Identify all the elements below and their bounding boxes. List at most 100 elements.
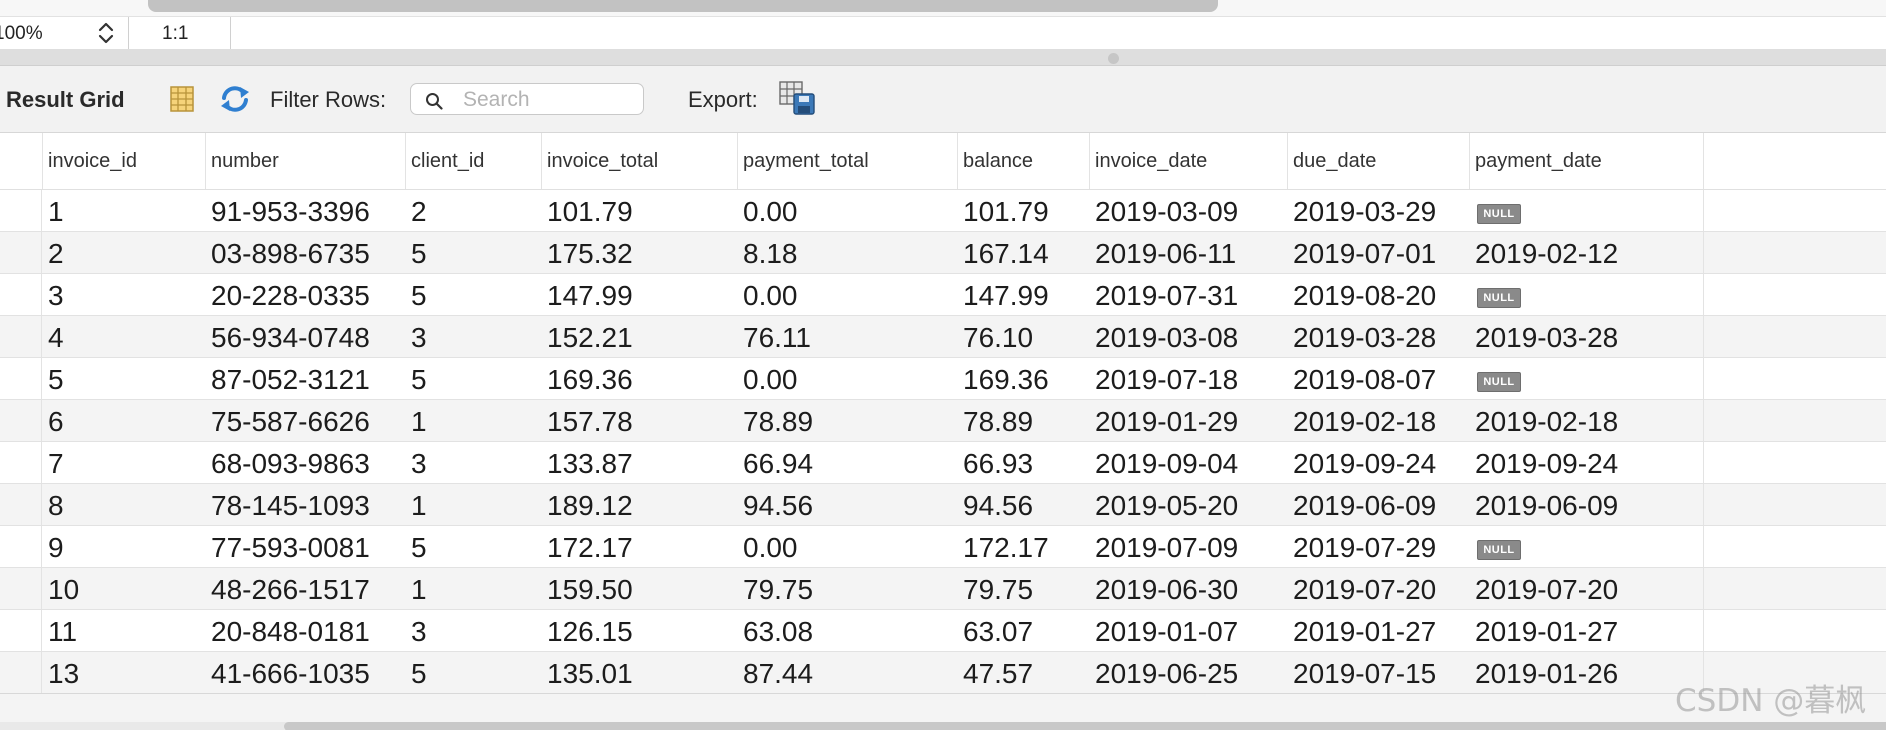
table-cell[interactable]: 2019-08-20 xyxy=(1287,274,1469,315)
table-row[interactable]: 9 77-593-0081 5 172.17 0.00 172.17 2019-07-09 2… xyxy=(0,526,1886,568)
table-cell[interactable]: 76.11 xyxy=(737,316,957,357)
table-cell[interactable]: 5 xyxy=(405,526,541,567)
table-cell[interactable]: 0.00 xyxy=(737,190,957,231)
table-cell[interactable]: 66.93 xyxy=(957,442,1089,483)
row-marker[interactable] xyxy=(0,190,42,231)
table-cell[interactable]: 2019-02-12 xyxy=(1469,232,1703,273)
table-cell[interactable]: 2019-07-09 xyxy=(1089,526,1287,567)
row-marker[interactable] xyxy=(0,232,42,273)
search-input[interactable] xyxy=(461,87,640,113)
table-cell[interactable]: 135.01 xyxy=(541,652,737,693)
table-cell[interactable]: 3 xyxy=(405,610,541,651)
table-row[interactable]: 10 48-266-1517 1 159.50 79.75 79.75 2019-06-30… xyxy=(0,568,1886,610)
table-cell[interactable]: NULL xyxy=(1469,358,1703,399)
table-cell[interactable]: 159.50 xyxy=(541,568,737,609)
table-cell[interactable]: 94.56 xyxy=(737,484,957,525)
table-cell[interactable]: 87-052-3121 xyxy=(205,358,405,399)
zoom-value[interactable]: 100% xyxy=(0,23,89,45)
column-header[interactable]: invoice_total xyxy=(541,133,737,189)
bottom-scrollbar-thumb[interactable] xyxy=(284,722,1886,730)
row-marker[interactable] xyxy=(0,610,42,651)
row-marker[interactable] xyxy=(0,484,42,525)
table-cell[interactable]: 78-145-1093 xyxy=(205,484,405,525)
table-cell[interactable]: 3 xyxy=(405,316,541,357)
table-cell[interactable]: 147.99 xyxy=(957,274,1089,315)
table-cell[interactable]: 68-093-9863 xyxy=(205,442,405,483)
table-cell[interactable]: 87.44 xyxy=(737,652,957,693)
table-cell[interactable]: 7 xyxy=(42,442,205,483)
table-cell[interactable]: 2019-03-08 xyxy=(1089,316,1287,357)
table-cell[interactable]: 101.79 xyxy=(957,190,1089,231)
table-cell[interactable]: 2019-09-24 xyxy=(1287,442,1469,483)
column-header[interactable]: due_date xyxy=(1287,133,1469,189)
table-cell[interactable]: 147.99 xyxy=(541,274,737,315)
table-row[interactable]: 13 41-666-1035 5 135.01 87.44 47.57 2019-06-25… xyxy=(0,652,1886,693)
row-marker[interactable] xyxy=(0,442,42,483)
table-cell[interactable]: 79.75 xyxy=(737,568,957,609)
table-cell[interactable]: 2019-02-18 xyxy=(1469,400,1703,441)
top-horizontal-scrollbar[interactable] xyxy=(0,0,1886,17)
column-header[interactable]: balance xyxy=(957,133,1089,189)
result-grid-title[interactable]: Result Grid xyxy=(6,87,125,113)
table-cell[interactable]: 47.57 xyxy=(957,652,1089,693)
table-cell[interactable]: 2019-06-09 xyxy=(1287,484,1469,525)
up-down-chevron-icon[interactable] xyxy=(96,20,116,46)
table-cell[interactable]: 1 xyxy=(405,400,541,441)
table-cell[interactable]: 0.00 xyxy=(737,274,957,315)
table-cell[interactable]: NULL xyxy=(1469,526,1703,567)
table-cell[interactable]: NULL xyxy=(1469,274,1703,315)
table-cell[interactable]: 2019-01-29 xyxy=(1089,400,1287,441)
table-cell[interactable]: 2019-05-20 xyxy=(1089,484,1287,525)
table-cell[interactable]: 2019-07-18 xyxy=(1089,358,1287,399)
table-cell[interactable]: 78.89 xyxy=(957,400,1089,441)
table-cell[interactable]: 5 xyxy=(42,358,205,399)
table-cell[interactable]: 172.17 xyxy=(957,526,1089,567)
table-cell[interactable]: 10 xyxy=(42,568,205,609)
table-cell[interactable]: 20-228-0335 xyxy=(205,274,405,315)
row-marker[interactable] xyxy=(0,358,42,399)
row-marker[interactable] xyxy=(0,400,42,441)
table-cell[interactable]: 1 xyxy=(42,190,205,231)
row-marker[interactable] xyxy=(0,526,42,567)
table-row[interactable]: 3 20-228-0335 5 147.99 0.00 147.99 2019-07-31 2… xyxy=(0,274,1886,316)
table-cell[interactable]: 2019-07-29 xyxy=(1287,526,1469,567)
table-cell[interactable]: 94.56 xyxy=(957,484,1089,525)
table-cell[interactable]: 2019-01-07 xyxy=(1089,610,1287,651)
table-cell[interactable]: 63.08 xyxy=(737,610,957,651)
table-cell[interactable]: 0.00 xyxy=(737,526,957,567)
table-cell[interactable]: 2019-07-20 xyxy=(1287,568,1469,609)
column-header[interactable]: client_id xyxy=(405,133,541,189)
table-cell[interactable]: 169.36 xyxy=(957,358,1089,399)
table-cell[interactable]: 48-266-1517 xyxy=(205,568,405,609)
column-header[interactable]: number xyxy=(205,133,405,189)
table-cell[interactable]: 189.12 xyxy=(541,484,737,525)
table-cell[interactable]: 167.14 xyxy=(957,232,1089,273)
table-cell[interactable]: 175.32 xyxy=(541,232,737,273)
table-cell[interactable]: 2019-07-01 xyxy=(1287,232,1469,273)
top-scrollbar-thumb[interactable] xyxy=(148,0,1218,12)
table-cell[interactable]: 2019-01-27 xyxy=(1469,610,1703,651)
table-cell[interactable]: 2 xyxy=(405,190,541,231)
table-cell[interactable]: 2019-06-30 xyxy=(1089,568,1287,609)
table-cell[interactable]: 169.36 xyxy=(541,358,737,399)
table-row[interactable]: 8 78-145-1093 1 189.12 94.56 94.56 2019-05-20 2… xyxy=(0,484,1886,526)
table-cell[interactable]: NULL xyxy=(1469,190,1703,231)
table-cell[interactable]: 11 xyxy=(42,610,205,651)
table-cell[interactable]: 0.00 xyxy=(737,358,957,399)
row-marker[interactable] xyxy=(0,652,42,693)
table-cell[interactable]: 78.89 xyxy=(737,400,957,441)
table-cell[interactable]: 2019-06-11 xyxy=(1089,232,1287,273)
table-cell[interactable]: 2019-06-25 xyxy=(1089,652,1287,693)
refresh-icon[interactable] xyxy=(218,84,252,114)
table-row[interactable]: 4 56-934-0748 3 152.21 76.11 76.10 2019-03-08 2… xyxy=(0,316,1886,358)
table-cell[interactable]: 2019-03-09 xyxy=(1089,190,1287,231)
table-cell[interactable]: 2 xyxy=(42,232,205,273)
table-row[interactable]: 1 91-953-3396 2 101.79 0.00 101.79 2019-03-09 2… xyxy=(0,190,1886,232)
table-cell[interactable]: 6 xyxy=(42,400,205,441)
splitter-grip[interactable] xyxy=(1108,53,1119,64)
table-cell[interactable]: 13 xyxy=(42,652,205,693)
table-cell[interactable]: 41-666-1035 xyxy=(205,652,405,693)
table-cell[interactable]: 03-898-6735 xyxy=(205,232,405,273)
table-cell[interactable]: 2019-01-27 xyxy=(1287,610,1469,651)
table-cell[interactable]: 3 xyxy=(42,274,205,315)
